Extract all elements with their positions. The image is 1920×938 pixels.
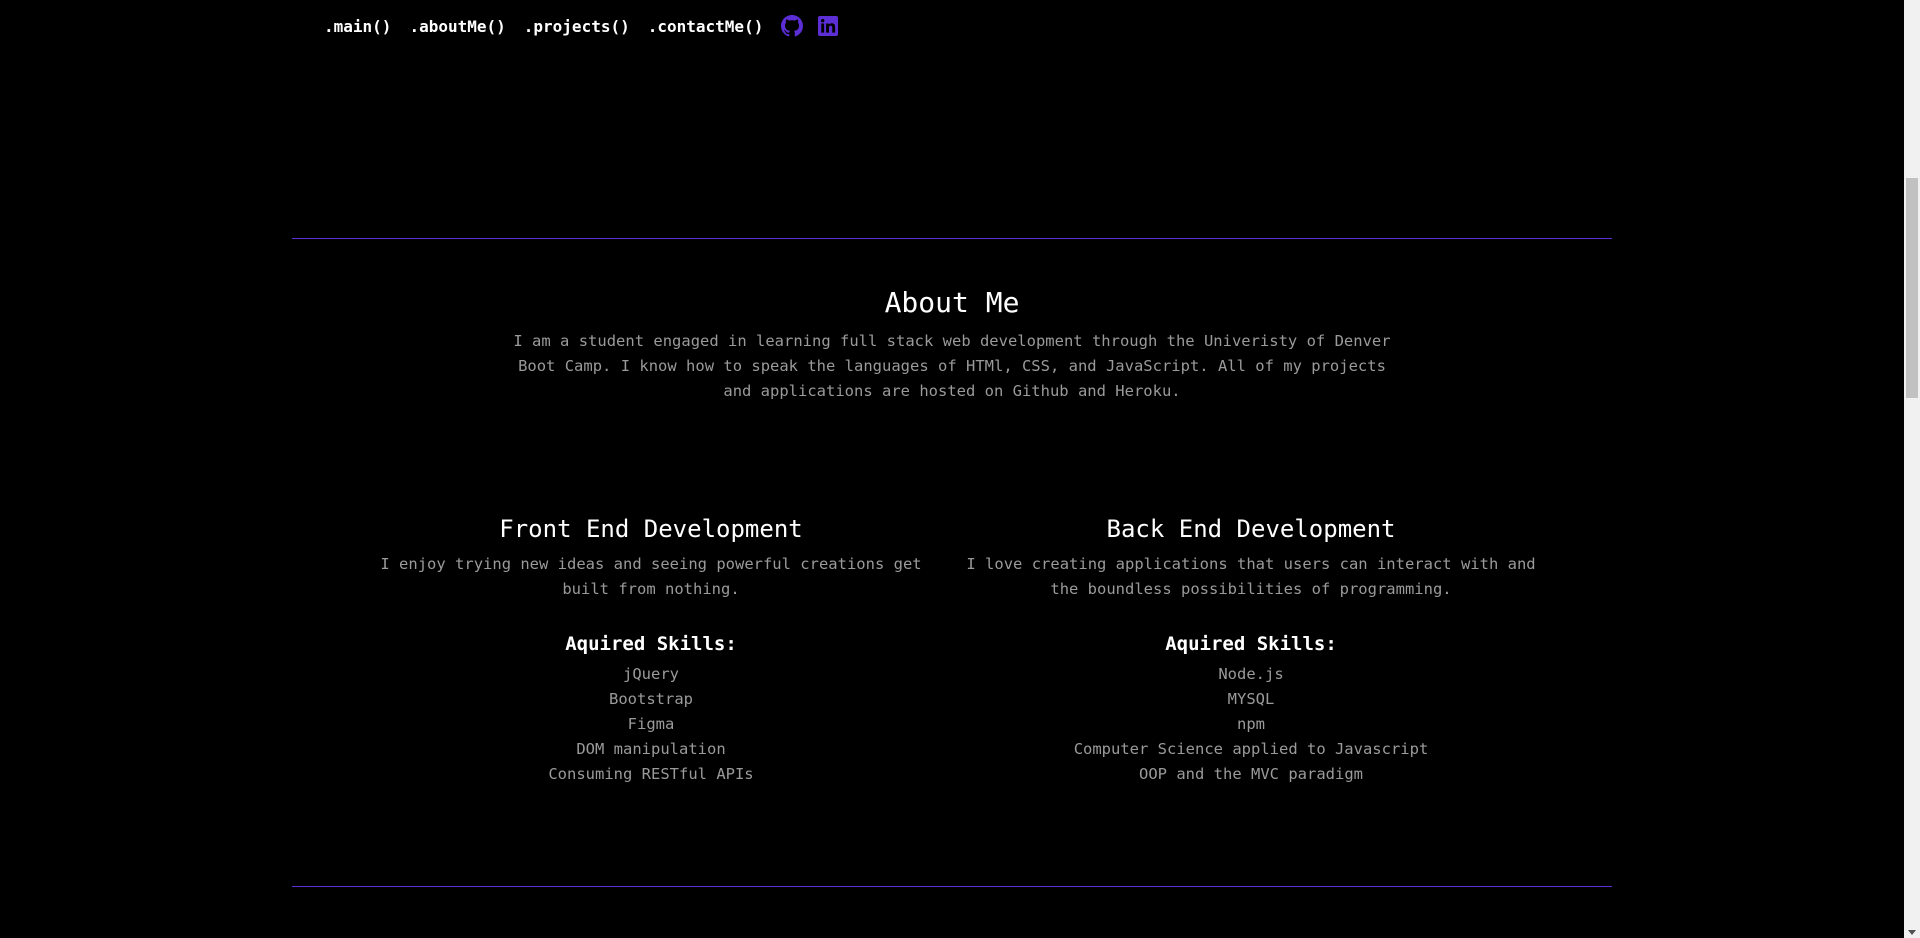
list-item: OOP and the MVC paradigm [1139,765,1363,783]
frontend-title: Front End Development [499,515,803,543]
list-item: Computer Science applied to Javascript [1073,740,1429,758]
linkedin-icon[interactable] [817,15,839,37]
list-item: Consuming RESTful APIs [548,765,754,783]
section-divider [292,886,1612,887]
list-item: Bootstrap [609,690,693,708]
frontend-skills-heading: Aquired Skills: [565,633,737,655]
section-divider [292,238,1612,239]
nav-link-contact-me[interactable]: .contactMe() [648,17,764,36]
backend-skills-heading: Aquired Skills: [1165,633,1337,655]
list-item: Node.js [1218,665,1284,683]
backend-title: Back End Development [1106,515,1396,543]
about-text: I am a student engaged in learning full … [513,332,1391,400]
backend-section: Back End Development I love creating app… [960,514,1542,787]
frontend-skills-list: jQuery Bootstrap Figma DOM manipulation … [360,662,942,787]
nav-link-about-me[interactable]: .aboutMe() [409,17,505,36]
list-item: Figma [627,715,675,733]
backend-skills-list: Node.js MYSQL npm Computer Science appli… [960,662,1542,787]
frontend-description: I enjoy trying new ideas and seeing powe… [380,555,922,598]
top-nav: .main() .aboutMe() .projects() .contactM… [324,12,853,40]
page: .main() .aboutMe() .projects() .contactM… [0,0,1904,938]
scrollbar-thumb[interactable] [1906,178,1918,398]
backend-description: I love creating applications that users … [966,555,1536,598]
list-item: DOM manipulation [576,740,726,758]
vertical-scrollbar[interactable] [1904,0,1920,938]
frontend-section: Front End Development I enjoy trying new… [360,514,942,787]
list-item: jQuery [623,665,679,683]
nav-link-projects[interactable]: .projects() [524,17,630,36]
scroll-down-arrow-icon[interactable] [1908,930,1916,935]
about-title: About Me [884,286,1020,319]
list-item: npm [1237,715,1265,733]
list-item: MYSQL [1227,690,1275,708]
github-icon[interactable] [781,15,804,37]
nav-link-main[interactable]: .main() [324,17,391,36]
